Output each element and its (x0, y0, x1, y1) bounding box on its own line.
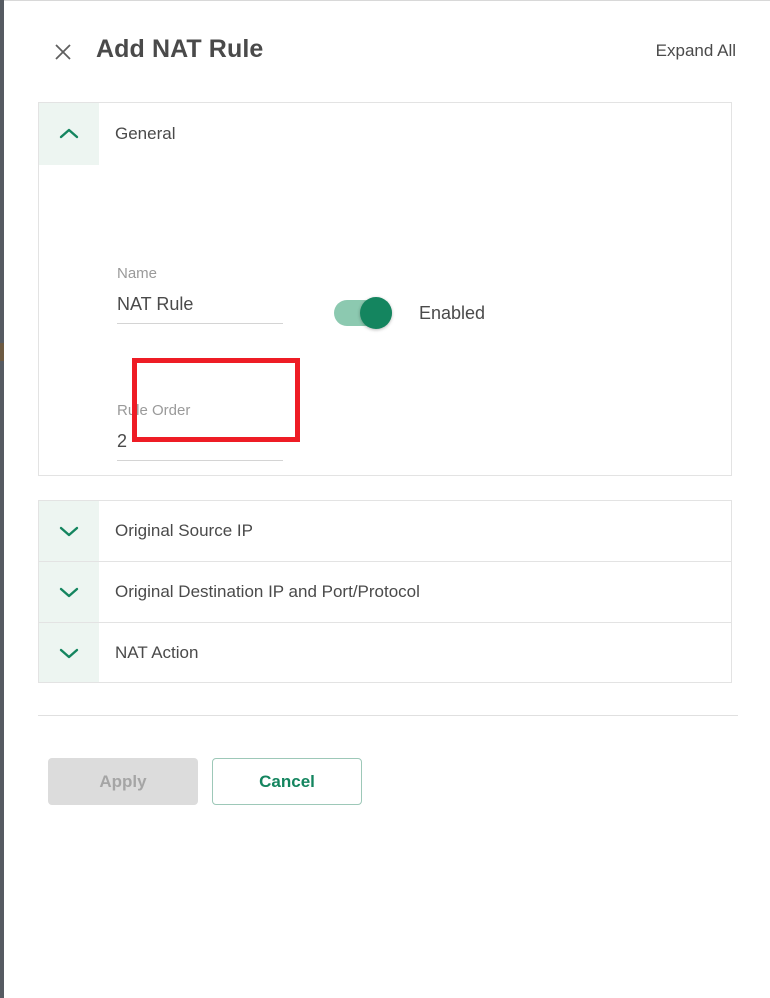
enabled-toggle-label: Enabled (419, 302, 486, 323)
section-original-destination-ip-and-port-protocol[interactable]: Original Destination IP and Port/Protoco… (38, 561, 732, 622)
footer-buttons: Apply Cancel (48, 758, 362, 805)
close-icon[interactable] (48, 37, 78, 67)
section-original-source-ip[interactable]: Original Source IP (38, 500, 732, 561)
collapsed-sections-group: Original Source IP Original Destination … (38, 500, 732, 683)
section-nat-action-label: NAT Action (115, 642, 199, 662)
rule-order-field[interactable]: Rule Order 2 (117, 402, 283, 461)
chevron-down-icon[interactable] (39, 623, 99, 682)
section-general-header[interactable]: General (39, 103, 731, 165)
section-nat-action[interactable]: NAT Action (38, 622, 732, 683)
chevron-up-icon[interactable] (39, 103, 99, 165)
cancel-button[interactable]: Cancel (212, 758, 362, 805)
enabled-toggle[interactable] (334, 297, 392, 329)
chevron-down-icon[interactable] (39, 562, 99, 622)
chevron-down-icon[interactable] (39, 501, 99, 561)
section-general: General Name NAT Rule Rule Order 2 Enabl… (38, 102, 732, 476)
section-general-body: Name NAT Rule Rule Order 2 Enabled (39, 165, 731, 475)
add-nat-rule-dialog: Add NAT Rule Expand All General Name NAT… (4, 1, 770, 998)
page-title: Add NAT Rule (96, 35, 264, 63)
name-field[interactable]: Name NAT Rule (117, 265, 283, 324)
name-field-label: Name (117, 265, 158, 282)
name-field-value[interactable]: NAT Rule (117, 283, 283, 319)
section-general-label: General (115, 124, 176, 143)
apply-button[interactable]: Apply (48, 758, 198, 805)
expand-all-link[interactable]: Expand All (656, 41, 736, 61)
dialog-header: Add NAT Rule Expand All (4, 1, 770, 97)
section-original-destination-label: Original Destination IP and Port/Protoco… (115, 582, 420, 601)
rule-order-field-underline (117, 460, 283, 461)
section-original-source-ip-label: Original Source IP (115, 521, 253, 540)
footer-divider (38, 715, 738, 716)
enabled-toggle-row: Enabled (334, 297, 486, 329)
rule-order-field-value[interactable]: 2 (117, 420, 283, 456)
enabled-toggle-thumb (360, 297, 392, 329)
name-field-underline (117, 323, 283, 324)
rule-order-field-label: Rule Order (117, 402, 191, 419)
